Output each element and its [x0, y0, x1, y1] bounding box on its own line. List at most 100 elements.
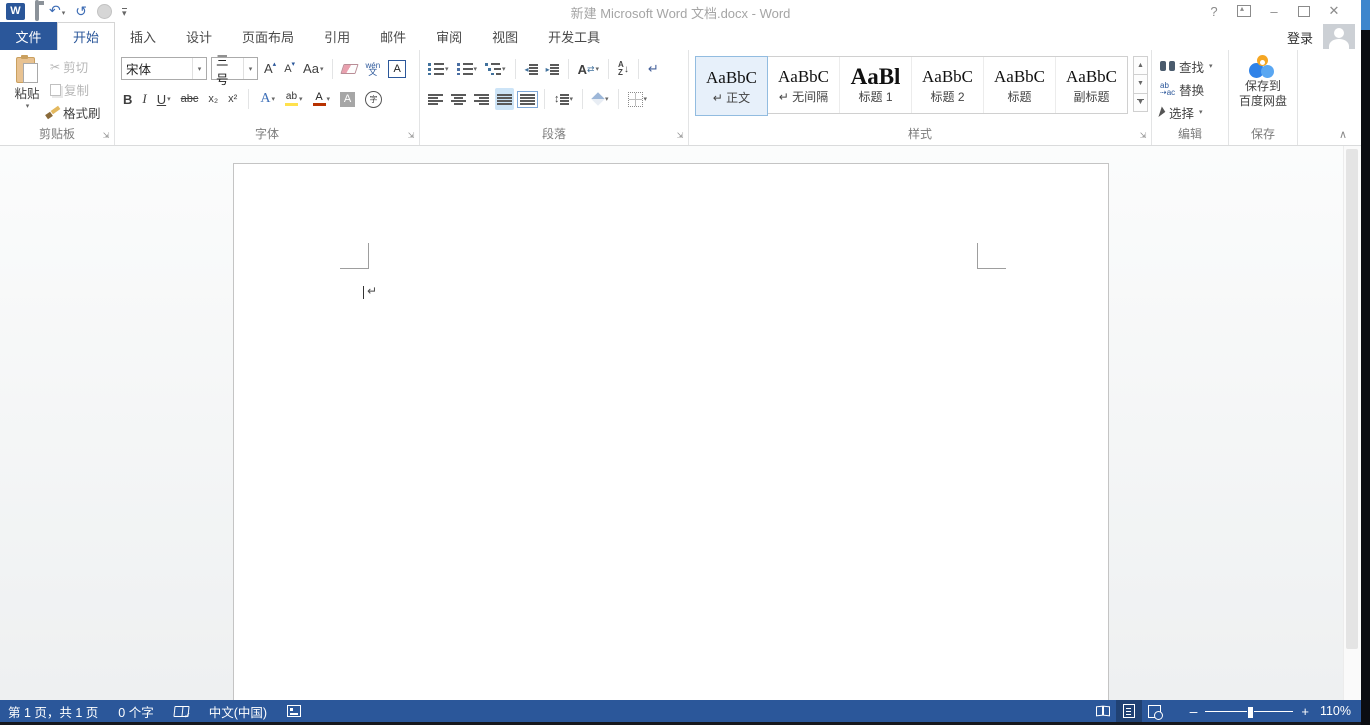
tab-page-layout[interactable]: 页面布局 [227, 22, 309, 50]
macro-record-icon[interactable] [287, 705, 301, 717]
close-button[interactable]: ✕ [1319, 0, 1349, 22]
change-case-button[interactable]: Aa [301, 58, 325, 80]
clipboard-dialog-launcher[interactable] [101, 131, 111, 141]
highlight-button[interactable]: ab [283, 88, 305, 110]
redo-button[interactable]: ↺ [75, 4, 87, 18]
shading-button[interactable] [590, 88, 611, 110]
highlight-dropdown-icon[interactable] [299, 95, 303, 103]
web-layout-button[interactable] [1142, 700, 1168, 722]
style-heading-2[interactable]: AaBbC 标题 2 [912, 57, 984, 113]
strikethrough-button[interactable]: abc [179, 88, 201, 110]
zoom-out-button[interactable]: – [1190, 703, 1198, 719]
borders-dropdown-icon[interactable] [644, 95, 648, 103]
save-to-baidu-button[interactable]: 保存到 百度网盘 [1229, 55, 1297, 109]
customize-qat-button[interactable] [122, 8, 127, 17]
tab-developer[interactable]: 开发工具 [533, 22, 615, 50]
font-size-combo[interactable]: 三号 [211, 57, 258, 80]
paste-button[interactable]: 粘贴 [8, 55, 46, 129]
style-title[interactable]: AaBbC 标题 [984, 57, 1056, 113]
distribute-button[interactable] [518, 88, 537, 110]
underline-button[interactable]: U [155, 88, 173, 110]
decrease-indent-button[interactable]: ◂ [523, 58, 540, 80]
word-logo-icon[interactable]: W [6, 3, 25, 20]
read-mode-button[interactable] [1090, 700, 1116, 722]
document-page[interactable]: ↵ [233, 163, 1109, 700]
zoom-slider[interactable] [1205, 711, 1293, 712]
select-button[interactable]: 选择 [1160, 102, 1203, 122]
subscript-button[interactable]: x₂ [206, 88, 220, 110]
document-area[interactable]: ↵ [0, 146, 1361, 700]
italic-button[interactable]: I [140, 88, 148, 110]
select-dropdown-icon[interactable] [1199, 108, 1203, 116]
minimize-button[interactable]: – [1259, 0, 1289, 22]
find-button[interactable]: 查找 [1160, 56, 1213, 76]
collapse-ribbon-button[interactable]: ∧ [1339, 128, 1347, 141]
bullets-dropdown-icon[interactable] [445, 65, 449, 73]
save-button[interactable] [35, 2, 39, 20]
phonetic-guide-button[interactable]: wén文 [363, 58, 382, 80]
paragraph-dialog-launcher[interactable] [675, 131, 685, 141]
styles-scroll-up-button[interactable]: ▲ [1133, 56, 1148, 75]
numbering-button[interactable] [455, 58, 480, 80]
underline-dropdown-icon[interactable] [167, 95, 171, 103]
page-indicator[interactable]: 第 1 页，共 1 页 [8, 702, 98, 721]
superscript-button[interactable]: x² [226, 88, 239, 110]
multilevel-dropdown-icon[interactable] [502, 65, 506, 73]
font-color-dropdown-icon[interactable] [327, 95, 331, 103]
multilevel-list-button[interactable] [483, 58, 508, 80]
bold-button[interactable]: B [121, 88, 134, 110]
tab-insert[interactable]: 插入 [115, 22, 171, 50]
tab-references[interactable]: 引用 [309, 22, 365, 50]
show-marks-button[interactable]: ↵ [646, 58, 661, 80]
asian-layout-button[interactable]: A⇄ [576, 58, 601, 80]
cut-button[interactable]: ✂ 剪切 [50, 57, 88, 76]
character-shading-button[interactable]: A [338, 88, 357, 110]
line-spacing-button[interactable]: ↕ [552, 88, 575, 110]
font-dialog-launcher[interactable] [406, 131, 416, 141]
style-normal[interactable]: AaBbC ↵ 正文 [695, 56, 768, 116]
style-subtitle[interactable]: AaBbC 副标题 [1056, 57, 1127, 113]
bullets-button[interactable] [426, 58, 451, 80]
styles-dialog-launcher[interactable] [1138, 131, 1148, 141]
align-center-button[interactable] [449, 88, 468, 110]
sort-button[interactable]: AZ↓ [616, 58, 631, 80]
clear-formatting-button[interactable] [340, 58, 359, 80]
word-count[interactable]: 0 个字 [118, 702, 153, 721]
increase-indent-button[interactable]: ▸ [544, 58, 561, 80]
zoom-slider-thumb[interactable] [1247, 706, 1254, 719]
numbering-dropdown-icon[interactable] [474, 65, 478, 73]
maximize-button[interactable] [1289, 0, 1319, 22]
style-heading-1[interactable]: AaBl 标题 1 [840, 57, 912, 113]
zoom-level[interactable]: 110% [1309, 704, 1351, 718]
shrink-font-button[interactable]: A [282, 58, 297, 80]
tab-mailings[interactable]: 邮件 [365, 22, 421, 50]
borders-button[interactable] [626, 88, 650, 110]
styles-scroll-down-button[interactable]: ▼ [1133, 74, 1148, 93]
font-name-dropdown-icon[interactable] [192, 58, 206, 79]
style-no-spacing[interactable]: AaBbC ↵ 无间隔 [768, 57, 840, 113]
align-left-button[interactable] [426, 88, 445, 110]
tab-view[interactable]: 视图 [477, 22, 533, 50]
character-border-button[interactable]: A [386, 58, 408, 80]
help-button[interactable]: ? [1199, 0, 1229, 22]
styles-more-button[interactable]: ▼ [1133, 93, 1148, 112]
align-right-button[interactable] [472, 88, 491, 110]
tab-file[interactable]: 文件 [0, 22, 57, 50]
sign-in-link[interactable]: 登录 [1287, 28, 1313, 47]
proofing-status-icon[interactable] [173, 706, 189, 717]
chevron-down-icon[interactable] [62, 10, 66, 17]
format-painter-button[interactable]: 格式刷 [46, 103, 101, 122]
paste-dropdown-icon[interactable] [26, 102, 30, 110]
font-color-button[interactable]: A [311, 88, 333, 110]
justify-button[interactable] [495, 88, 514, 110]
avatar[interactable] [1323, 24, 1355, 49]
find-dropdown-icon[interactable] [1209, 62, 1213, 70]
replace-button[interactable]: ab⇢ac 替换 [1160, 79, 1204, 99]
zoom-in-button[interactable]: + [1301, 704, 1309, 719]
enclose-characters-button[interactable]: 字 [363, 88, 384, 110]
font-size-dropdown-icon[interactable] [243, 58, 257, 79]
undo-button[interactable]: ↶ [49, 2, 65, 20]
vertical-scrollbar[interactable] [1343, 146, 1361, 700]
scrollbar-thumb[interactable] [1346, 149, 1358, 649]
font-name-combo[interactable]: 宋体 [121, 57, 207, 80]
